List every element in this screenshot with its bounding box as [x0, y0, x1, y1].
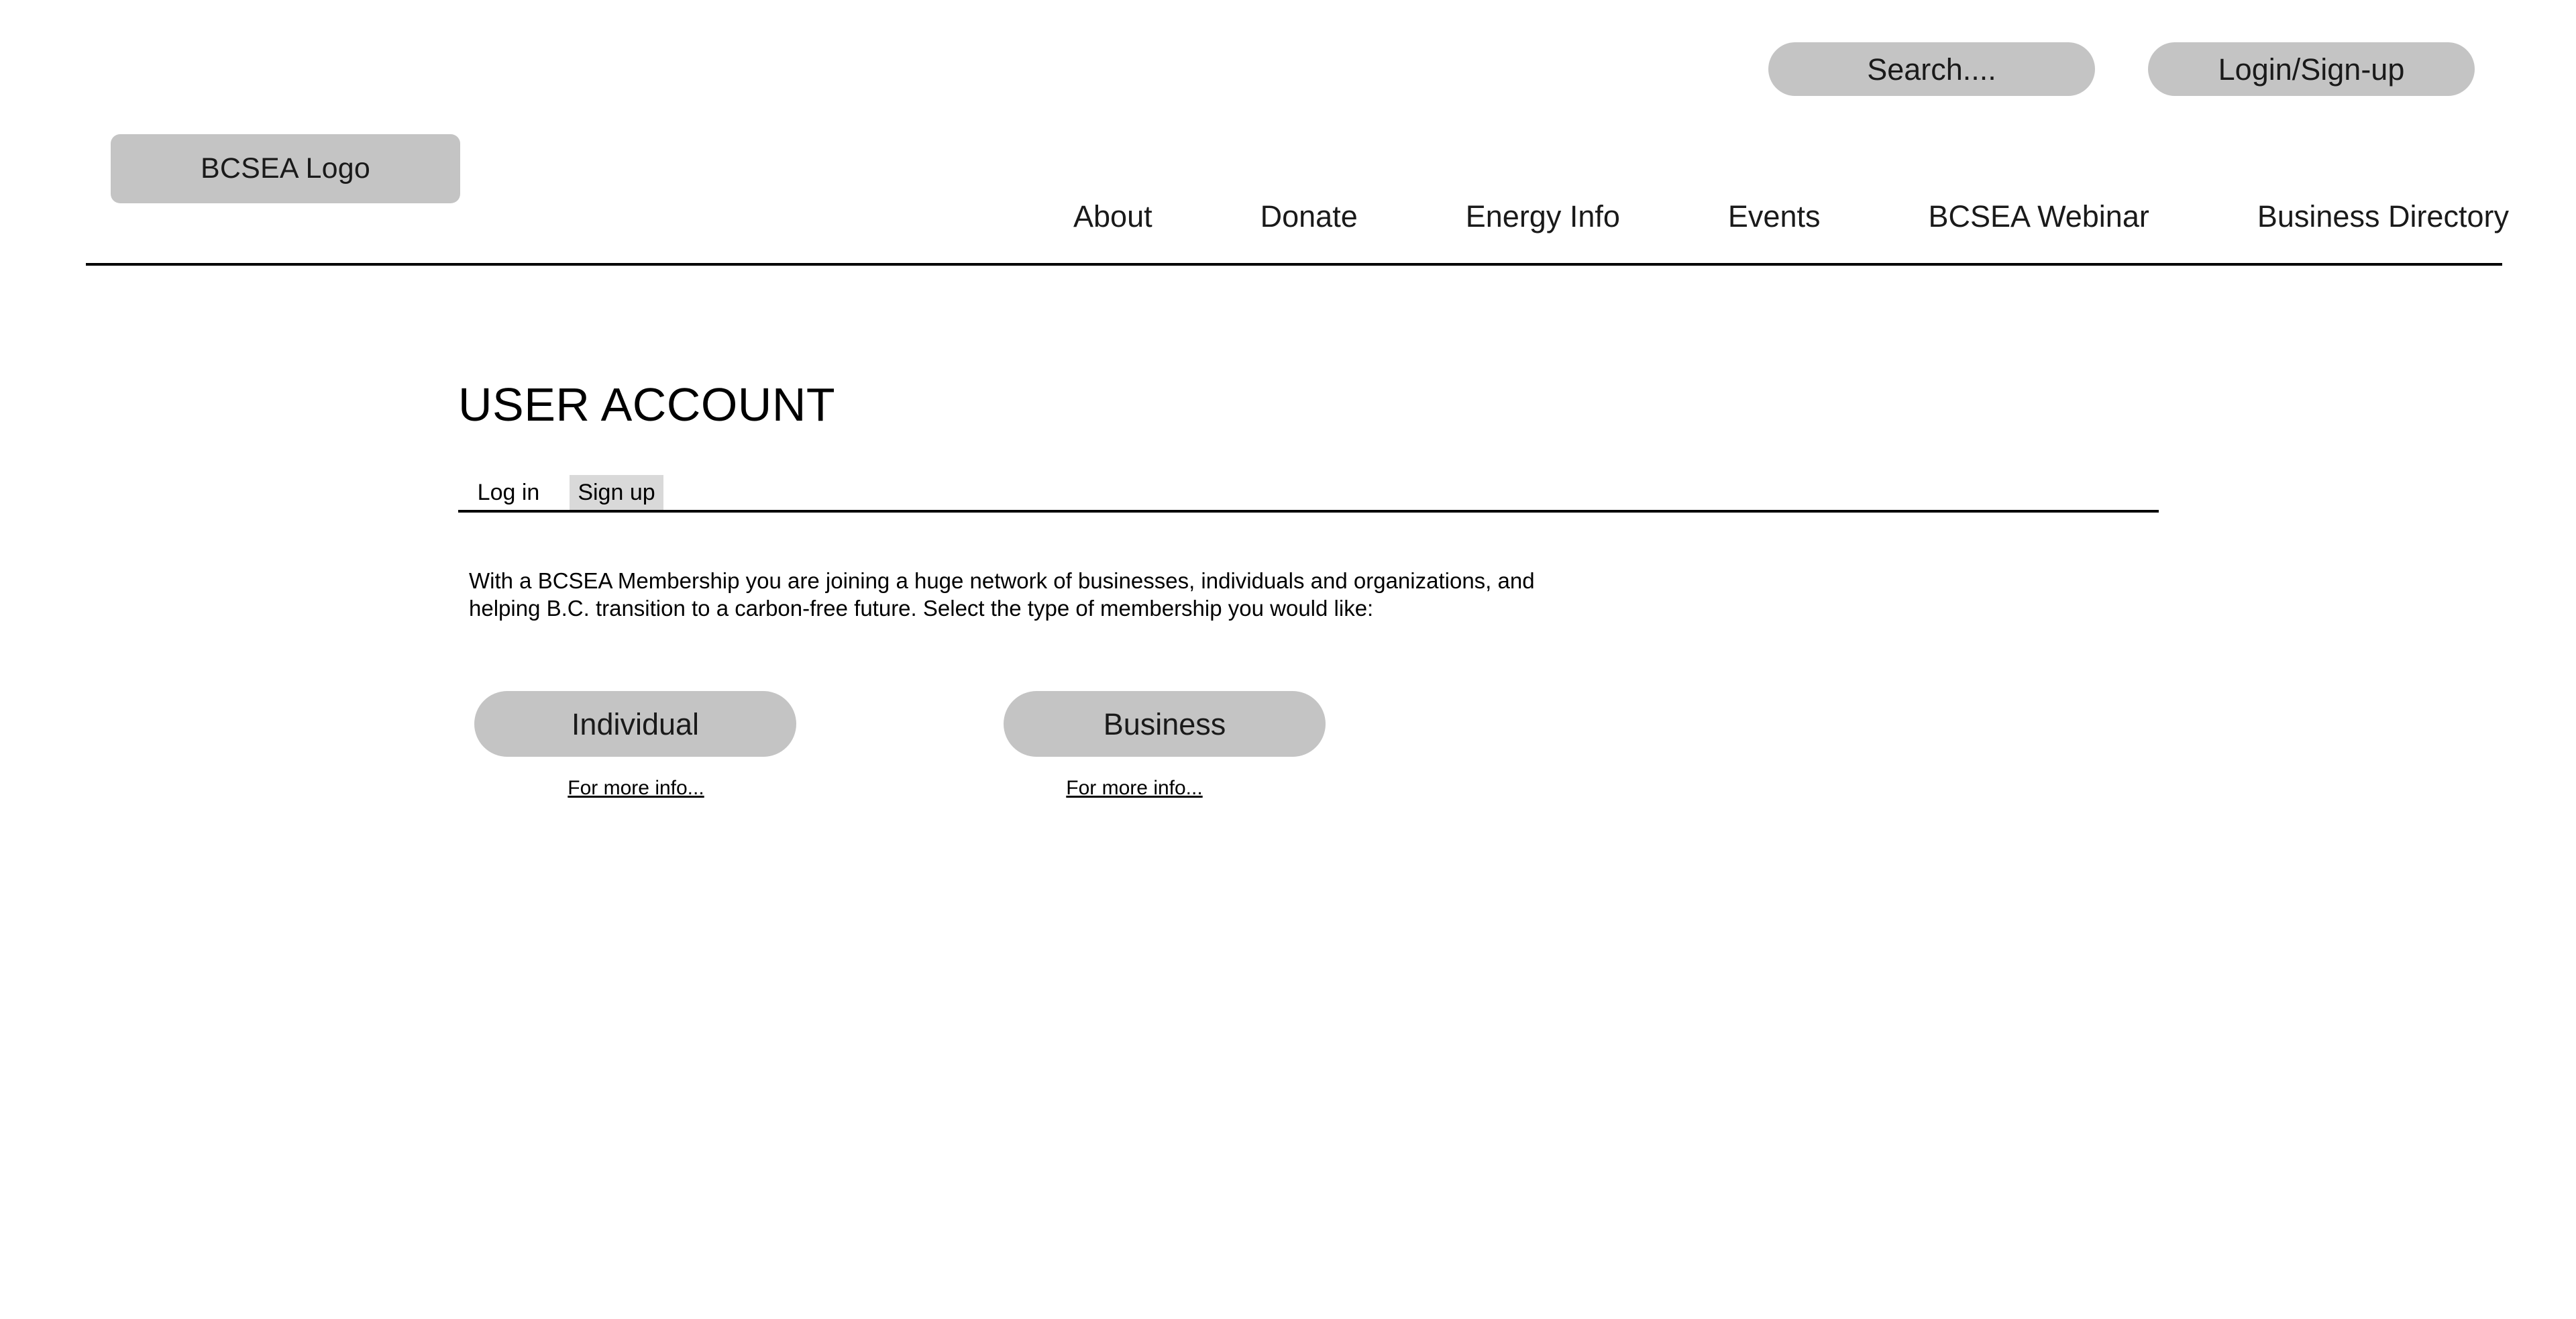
page-content: USER ACCOUNT Log in Sign up With a BCSEA… [0, 0, 2576, 1319]
tab-log-in[interactable]: Log in [472, 475, 545, 510]
tab-sign-up[interactable]: Sign up [570, 475, 663, 510]
account-tabs: Log in Sign up [458, 475, 2159, 513]
membership-options: Individual For more info... Business For… [0, 691, 2576, 839]
membership-intro-text: With a BCSEA Membership you are joining … [469, 568, 1535, 621]
individual-more-info-link[interactable]: For more info... [475, 778, 797, 798]
page-title: USER ACCOUNT [458, 378, 836, 431]
membership-option-business: Business For more info... [1004, 691, 1326, 812]
business-more-info-link[interactable]: For more info... [973, 778, 1295, 798]
membership-option-individual: Individual For more info... [474, 691, 796, 812]
tabs-divider [458, 510, 2159, 513]
individual-membership-button[interactable]: Individual [474, 691, 796, 757]
business-membership-button[interactable]: Business [1004, 691, 1326, 757]
